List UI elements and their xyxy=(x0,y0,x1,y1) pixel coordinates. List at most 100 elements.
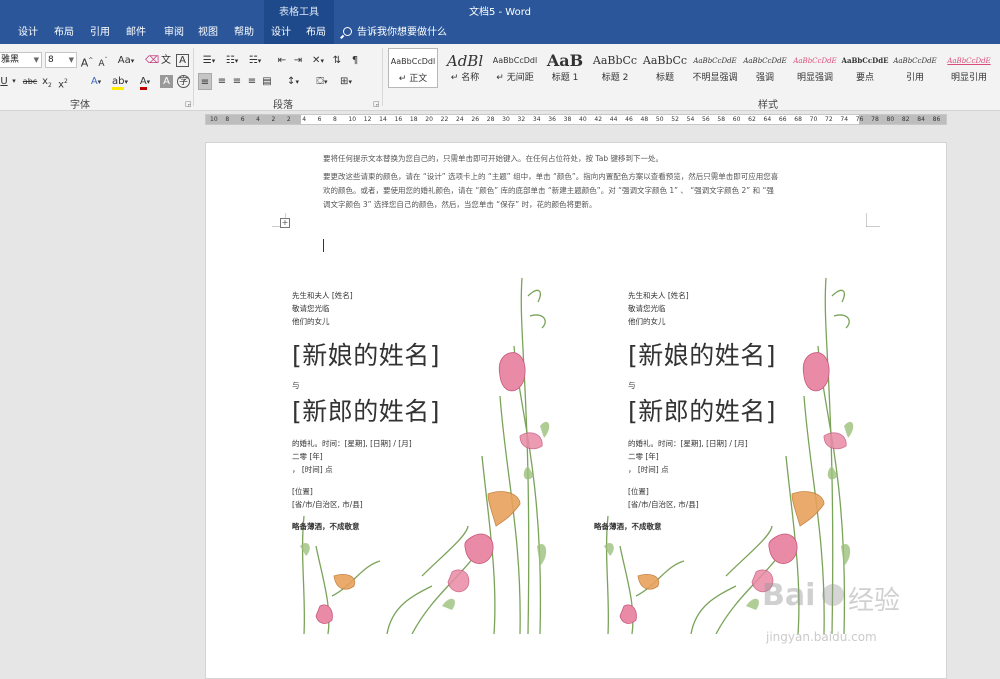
bride-name: [新娘的姓名] xyxy=(628,341,777,370)
font-dialog-launcher-icon[interactable]: ◲ xyxy=(185,100,192,108)
ruler-number: 80 xyxy=(886,116,895,123)
style-subtle-emphasis[interactable]: AaBbCcDdE 不明显强调 xyxy=(690,48,740,88)
character-shading-button[interactable]: A xyxy=(160,75,173,88)
ruler-number: 46 xyxy=(625,116,633,123)
superscript-button[interactable]: x2 xyxy=(56,73,70,90)
style-title[interactable]: AaBbCc 标题 xyxy=(640,48,690,88)
tab-help[interactable]: 帮助 xyxy=(228,24,260,44)
date-line: 的婚礼。时间：[星期], [日期] / [月] xyxy=(292,439,412,448)
tab-table-design[interactable]: 设计 xyxy=(266,24,296,44)
ruler-number: 86 xyxy=(932,116,941,123)
align-center-button[interactable]: ≡ xyxy=(215,73,229,90)
invitation-card-left[interactable]: 先生和夫人 [姓名] 敬请您光临 他们的女儿 [新娘的姓名] 与 [新郎的姓名]… xyxy=(292,276,560,634)
and-word: 与 xyxy=(292,381,300,390)
ruler-number: 78 xyxy=(871,116,879,123)
tab-layout[interactable]: 布局 xyxy=(48,24,80,44)
tab-references[interactable]: 引用 xyxy=(84,24,116,44)
style-normal[interactable]: AaBbCcDdl ↵ 正文 xyxy=(388,48,438,88)
tell-me-box[interactable]: 告诉我你想要做什么 xyxy=(343,24,447,44)
group-separator xyxy=(193,48,194,106)
show-marks-button[interactable]: ¶ xyxy=(348,52,362,69)
font-size-value: 8 xyxy=(48,55,54,65)
numbering-button[interactable]: ☷▾ xyxy=(222,52,242,69)
subscript-button[interactable]: x2 xyxy=(40,73,54,90)
horizontal-ruler[interactable]: 10 8 6 4 2 2 4 6 8 10 12 14 16 18 20 22 24 26 28 30 32 34 36 38… xyxy=(205,114,947,125)
table-move-handle[interactable]: + xyxy=(280,218,290,228)
ruler-number: 52 xyxy=(671,116,679,123)
align-left-button[interactable]: ≡ xyxy=(198,73,212,90)
borders-button[interactable]: ⊞▾ xyxy=(336,73,356,90)
styles-group-label: 样式 xyxy=(758,100,778,111)
justify-button[interactable]: ≡ xyxy=(245,73,259,90)
place-line: [位置] xyxy=(292,487,313,496)
sort-button[interactable]: ⇅ xyxy=(330,52,344,69)
tip-line: 调文字颜色 3” 选择您自己的颜色，然后，当您单击 “保存” 时，花的颜色将更新… xyxy=(323,200,597,209)
multilevel-list-button[interactable]: ☵▾ xyxy=(245,52,265,69)
clear-format-icon[interactable]: ⌫ xyxy=(145,52,159,69)
time-line: ， [时间] 点 xyxy=(628,465,669,474)
style-strong[interactable]: AaBbCcDdE 要点 xyxy=(840,48,890,88)
decrease-indent-button[interactable]: ⇤ xyxy=(275,52,289,69)
tab-table-layout[interactable]: 布局 xyxy=(300,24,332,44)
ruler-number: 62 xyxy=(748,116,756,123)
style-name[interactable]: AdBl ↵ 名称 xyxy=(440,48,490,88)
ruler-number: 60 xyxy=(732,116,741,123)
font-size-box[interactable]: 8 ▼ xyxy=(45,52,77,68)
page-corner-mark xyxy=(866,213,880,227)
style-heading-1[interactable]: AaB 标题 1 xyxy=(540,48,590,88)
tab-review[interactable]: 审阅 xyxy=(158,24,190,44)
ruler-number: 10 xyxy=(348,116,357,123)
ruler-number: 34 xyxy=(532,116,541,123)
shading-button[interactable]: ⛋▾ xyxy=(312,73,332,90)
ruler-number: 18 xyxy=(409,116,418,123)
underline-button[interactable]: U xyxy=(0,73,9,90)
phonetic-guide-button[interactable]: 文 xyxy=(160,52,172,69)
chinese-layout-button[interactable]: ✕▾ xyxy=(310,52,326,69)
style-quote[interactable]: AaBbCcDdE 引用 xyxy=(890,48,940,88)
date-line: 的婚礼。时间：[星期], [日期] / [月] xyxy=(628,439,748,448)
enclose-characters-button[interactable]: 字 xyxy=(177,75,190,88)
ruler-number: 72 xyxy=(825,116,833,123)
ruler-number: 50 xyxy=(655,116,664,123)
change-case-button[interactable]: Aa▾ xyxy=(115,52,137,69)
watermark-brand-cn: 经验 xyxy=(848,586,901,616)
highlight-color-button[interactable]: ab▾ xyxy=(110,73,130,90)
distributed-button[interactable]: ▤ xyxy=(260,73,274,90)
invite-line: 敬请您光临 xyxy=(628,304,666,313)
increase-indent-button[interactable]: ⇥ xyxy=(291,52,305,69)
line-spacing-button[interactable]: ↕▾ xyxy=(283,73,303,90)
font-name-box[interactable]: 雅黑 ▼ xyxy=(0,52,42,68)
grow-font-button[interactable]: A^ xyxy=(80,52,94,70)
ruler-number: 24 xyxy=(456,116,464,123)
ruler-number: 40 xyxy=(579,116,587,123)
tab-design[interactable]: 设计 xyxy=(12,24,44,44)
city-line: [省/市/自治区, 市/县] xyxy=(628,500,699,509)
style-intense-emphasis[interactable]: AaBbCcDdE 明显强调 xyxy=(790,48,840,88)
style-heading-2[interactable]: AaBbCc 标题 2 xyxy=(590,48,640,88)
style-intense-quote[interactable]: AaBbCcDdE 明显引用 xyxy=(940,48,998,88)
ruler-number: 2 xyxy=(271,116,276,123)
bullets-button[interactable]: ☰▾ xyxy=(199,52,219,69)
style-emphasis[interactable]: AaBbCcDdE 强调 xyxy=(740,48,790,88)
text-cursor xyxy=(323,239,324,252)
character-border-button[interactable]: A xyxy=(176,54,189,67)
tab-mailings[interactable]: 邮件 xyxy=(120,24,152,44)
align-right-button[interactable]: ≡ xyxy=(230,73,244,90)
strikethrough-button[interactable]: abc xyxy=(22,73,38,90)
paragraph-dialog-launcher-icon[interactable]: ◲ xyxy=(373,100,380,108)
baidu-watermark: Bai 经验 jingyan.baidu.com xyxy=(762,578,932,668)
underline-dropdown[interactable]: ▾ xyxy=(10,73,18,90)
text-effects-button[interactable]: A▾ xyxy=(87,73,105,90)
host-line: 先生和夫人 [姓名] xyxy=(628,291,689,300)
ruler-number: 28 xyxy=(486,116,495,123)
ruler-number: 4 xyxy=(256,116,260,123)
ruler-number: 8 xyxy=(225,116,230,123)
year-line: 二零 [年] xyxy=(292,452,323,461)
host-line: 先生和夫人 [姓名] xyxy=(292,291,353,300)
font-color-button[interactable]: A▾ xyxy=(135,73,155,90)
city-line: [省/市/自治区, 市/县] xyxy=(292,500,363,509)
shrink-font-button[interactable]: Aˇ xyxy=(96,52,110,69)
tab-view[interactable]: 视图 xyxy=(192,24,224,44)
ruler-number: 38 xyxy=(563,116,572,123)
style-no-spacing[interactable]: AaBbCcDdl ↵ 无间距 xyxy=(490,48,540,88)
